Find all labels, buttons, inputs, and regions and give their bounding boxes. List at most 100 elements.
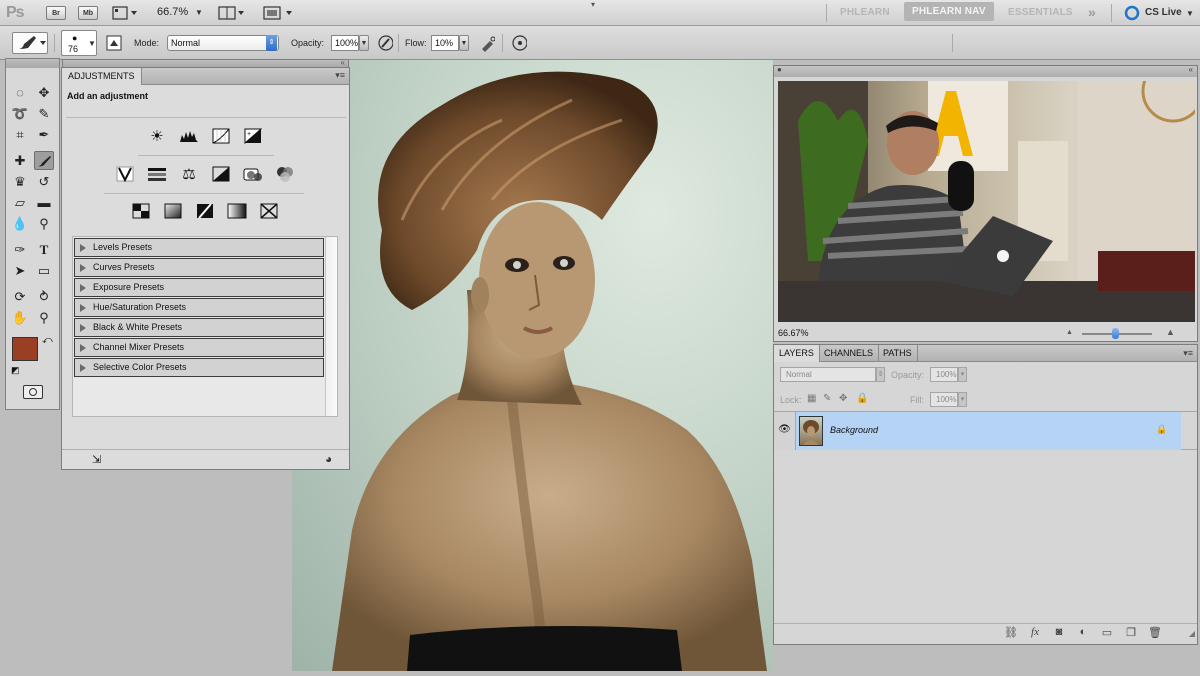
tool-preset-picker[interactable]: [12, 32, 48, 54]
workspace-phlearn-nav[interactable]: PHLEARN NAV: [904, 2, 994, 21]
delete-layer-icon[interactable]: 🗑: [1146, 626, 1164, 639]
3d-orbit-tool-icon[interactable]: ⥁: [34, 287, 54, 306]
preset-selective-color[interactable]: Selective Color Presets: [74, 358, 324, 377]
zoom-out-icon[interactable]: ▲: [1066, 329, 1073, 336]
mode-spinner-icon[interactable]: ⇕: [266, 35, 277, 51]
more-workspaces-icon[interactable]: »: [1088, 4, 1096, 20]
mini-bridge-button[interactable]: Mb: [78, 6, 98, 20]
lock-all-icon[interactable]: 🔒: [856, 393, 868, 404]
posterize-icon[interactable]: [162, 201, 184, 221]
preset-black-white[interactable]: Black & White Presets: [74, 318, 324, 337]
blur-tool-icon[interactable]: 💧: [10, 214, 30, 233]
move-tool-icon[interactable]: ✥: [34, 83, 54, 102]
pen-tool-icon[interactable]: ✑: [10, 240, 30, 259]
opacity-chevron-down-icon[interactable]: ▼: [359, 35, 369, 51]
clone-stamp-tool-icon[interactable]: ♛: [10, 172, 30, 191]
cs-live-button[interactable]: CS Live: [1145, 7, 1182, 18]
lasso-tool-icon[interactable]: ➰: [10, 104, 30, 123]
preset-levels[interactable]: Levels Presets: [74, 238, 324, 257]
threshold-icon[interactable]: [194, 201, 216, 221]
video-zoom-slider-thumb[interactable]: [1112, 328, 1119, 339]
fx-icon[interactable]: fx: [1026, 626, 1044, 639]
black-white-icon[interactable]: [210, 164, 232, 184]
quick-selection-tool-icon[interactable]: ✎: [34, 104, 54, 123]
panel-menu-icon[interactable]: ▾≡: [1183, 348, 1193, 359]
new-group-icon[interactable]: ▭: [1098, 626, 1116, 639]
pressure-opacity-toggle[interactable]: [376, 34, 394, 52]
brush-panel-toggle[interactable]: [105, 34, 123, 52]
gradient-map-icon[interactable]: [226, 201, 248, 221]
3d-rotate-tool-icon[interactable]: ⟳: [10, 287, 30, 306]
selective-color-icon[interactable]: [258, 201, 280, 221]
panel-menu-icon[interactable]: ▾≡: [335, 70, 345, 81]
brightness-contrast-icon[interactable]: ☀: [146, 126, 168, 146]
curves-icon[interactable]: [210, 126, 232, 146]
brush-tool-icon[interactable]: [34, 151, 54, 170]
marquee-tool-icon[interactable]: ◌: [10, 83, 30, 102]
tools-panel-header[interactable]: [6, 59, 59, 68]
preset-hue-saturation[interactable]: Hue/Saturation Presets: [74, 298, 324, 317]
new-layer-icon[interactable]: ❐: [1122, 626, 1140, 639]
path-selection-tool-icon[interactable]: ➤: [10, 261, 30, 280]
return-to-list-icon[interactable]: ⇲: [92, 453, 101, 466]
expanded-view-icon[interactable]: ◕: [325, 452, 332, 466]
airbrush-toggle[interactable]: [478, 34, 496, 52]
layer-name[interactable]: Background: [830, 425, 878, 435]
hand-tool-icon[interactable]: ✋: [10, 308, 30, 327]
brush-picker[interactable]: ● 76 ▼: [61, 30, 97, 56]
video-panel-header[interactable]: ● «: [774, 65, 1197, 77]
disclosure-triangle-icon[interactable]: [80, 244, 86, 252]
disclosure-triangle-icon[interactable]: [80, 344, 86, 352]
exposure-icon[interactable]: +: [242, 126, 264, 146]
workspace-phlearn[interactable]: PHLEARN: [840, 7, 890, 18]
color-balance-icon[interactable]: ⚖: [178, 164, 200, 184]
tab-layers[interactable]: LAYERS: [774, 345, 820, 362]
zoom-in-icon[interactable]: ▲: [1166, 327, 1175, 337]
zoom-tool-icon[interactable]: ⚲: [34, 308, 54, 327]
link-layers-icon[interactable]: ⛓: [1002, 626, 1020, 639]
zoom-chevron-down-icon[interactable]: ▼: [195, 8, 203, 17]
disclosure-triangle-icon[interactable]: [80, 324, 86, 332]
video-zoom-level[interactable]: 66.67%: [778, 328, 809, 338]
disclosure-triangle-icon[interactable]: [80, 284, 86, 292]
type-tool-icon[interactable]: T: [34, 240, 54, 259]
dodge-tool-icon[interactable]: ⚲: [34, 214, 54, 233]
disclosure-triangle-icon[interactable]: [80, 304, 86, 312]
adjustments-dock-header[interactable]: «: [62, 58, 349, 68]
blend-mode-select[interactable]: Normal: [780, 367, 876, 382]
foreground-color-swatch[interactable]: [12, 337, 38, 361]
fill-chevron-down-icon[interactable]: ▾: [958, 392, 967, 407]
invert-icon[interactable]: [130, 201, 152, 221]
hue-saturation-icon[interactable]: [146, 164, 168, 184]
cs-live-chevron-down-icon[interactable]: ▼: [1186, 9, 1194, 18]
tab-paths[interactable]: PATHS: [878, 345, 918, 362]
disclosure-triangle-icon[interactable]: [80, 264, 86, 272]
lock-pixels-icon[interactable]: ✎: [823, 393, 831, 404]
fill-input[interactable]: 100%: [930, 392, 958, 407]
arrange-documents-button[interactable]: [218, 5, 244, 21]
bridge-button[interactable]: Br: [46, 6, 66, 20]
collapse-icon[interactable]: «: [341, 58, 345, 67]
default-colors-icon[interactable]: ◩: [11, 365, 20, 376]
levels-icon[interactable]: [178, 126, 200, 146]
crop-tool-icon[interactable]: ⌗: [10, 125, 30, 144]
swap-colors-icon[interactable]: ⤺: [42, 335, 53, 346]
screen-mode-button[interactable]: [262, 5, 294, 21]
healing-brush-tool-icon[interactable]: ✚: [10, 151, 30, 170]
eraser-tool-icon[interactable]: ▱: [10, 193, 30, 212]
layer-mask-icon[interactable]: ◙: [1050, 626, 1068, 639]
gradient-tool-icon[interactable]: ▬: [34, 193, 54, 212]
rectangle-tool-icon[interactable]: ▭: [34, 261, 54, 280]
history-brush-tool-icon[interactable]: ↺: [34, 172, 54, 191]
quick-mask-button[interactable]: [23, 385, 43, 399]
preset-channel-mixer[interactable]: Channel Mixer Presets: [74, 338, 324, 357]
vibrance-icon[interactable]: [114, 164, 136, 184]
view-extras-button[interactable]: [112, 5, 138, 21]
tab-adjustments[interactable]: ADJUSTMENTS: [62, 68, 142, 85]
document-canvas[interactable]: [292, 60, 773, 671]
flow-input[interactable]: 10%: [431, 35, 459, 51]
workspace-essentials[interactable]: ESSENTIALS: [1008, 7, 1073, 18]
eyedropper-tool-icon[interactable]: ✒: [34, 125, 54, 144]
mode-select[interactable]: Normal: [167, 35, 279, 51]
resize-grip-icon[interactable]: ◢: [1189, 629, 1195, 638]
